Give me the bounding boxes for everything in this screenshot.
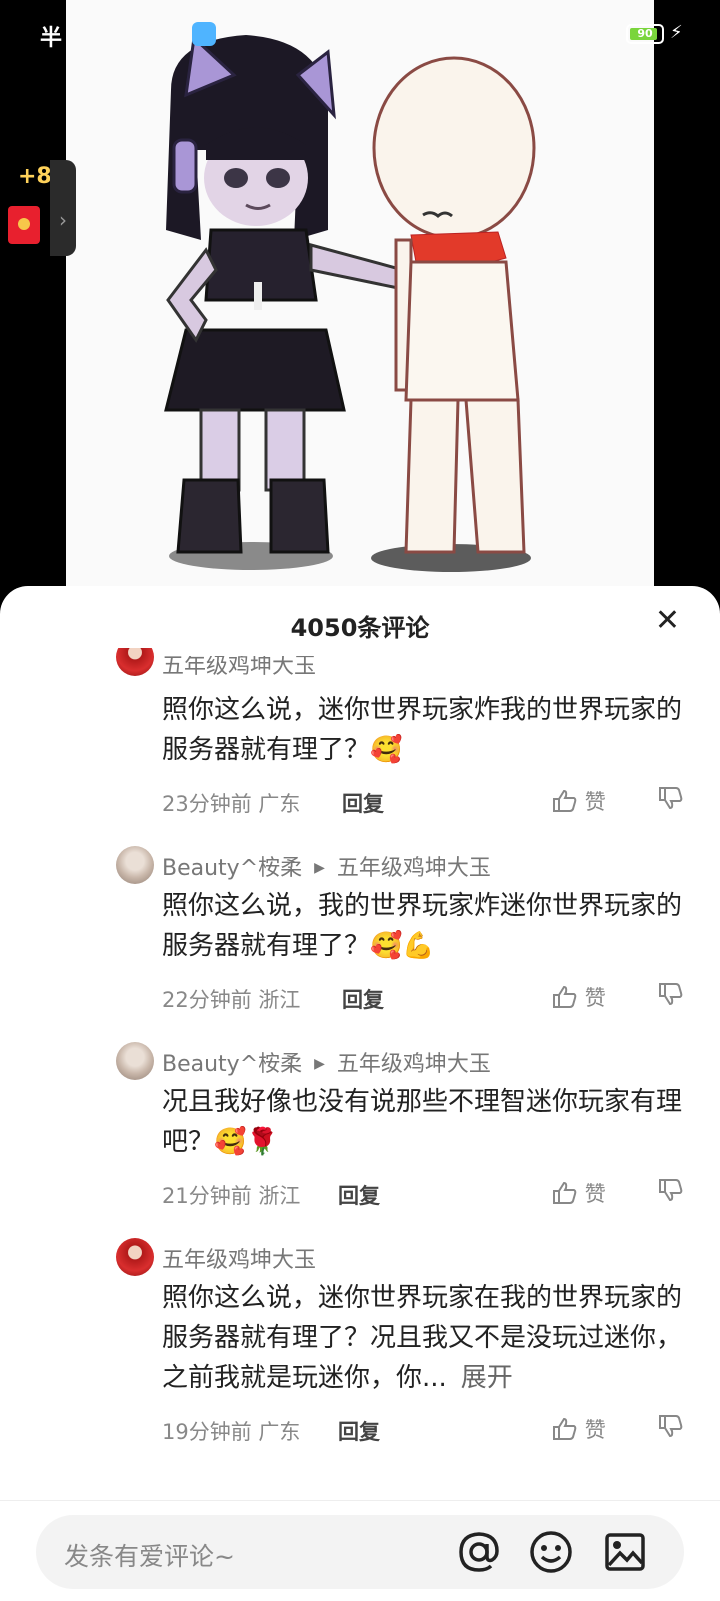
- battery-icon: 90: [626, 24, 664, 44]
- status-carrier: 半: [40, 26, 63, 51]
- like-button[interactable]: 赞: [552, 786, 606, 816]
- comment-meta: 23分钟前 广东: [162, 788, 300, 818]
- comment-time: 21分钟前: [162, 1184, 252, 1208]
- like-button[interactable]: 赞: [552, 982, 606, 1012]
- red-packet-widget[interactable]: +89 ›: [0, 160, 76, 256]
- at-icon[interactable]: [456, 1529, 502, 1575]
- video-frame: [66, 0, 654, 600]
- avatar[interactable]: [116, 1042, 154, 1080]
- reply-arrow-icon: ▶: [314, 860, 325, 876]
- dislike-button[interactable]: [658, 1414, 684, 1438]
- like-label: 赞: [584, 986, 606, 1010]
- comment-text: 照你这么说，迷你世界玩家在我的世界玩家的服务器就有理了？况且我又不是没玩过迷你，…: [162, 1278, 682, 1398]
- video-player[interactable]: 半 90 ⚡ +89 ›: [0, 0, 720, 600]
- comment-time: 23分钟前: [162, 792, 252, 816]
- comment-input-bar: 发条有爱评论~: [0, 1500, 720, 1601]
- reply-to-name[interactable]: 五年级鸡坤大玉: [337, 856, 491, 881]
- comment-meta: 21分钟前 浙江: [162, 1180, 300, 1210]
- comment-time: 22分钟前: [162, 988, 252, 1012]
- status-bar: 半 90 ⚡: [0, 0, 720, 70]
- comment-input-placeholder[interactable]: 发条有爱评论~: [64, 1537, 235, 1573]
- comment-location: 浙江: [258, 988, 301, 1012]
- thumbs-down-icon: [659, 787, 683, 810]
- reply-to-name[interactable]: 五年级鸡坤大玉: [337, 1052, 491, 1077]
- author-name[interactable]: Beauty^桉柔: [162, 1052, 302, 1077]
- dislike-button[interactable]: [658, 786, 684, 810]
- expand-button[interactable]: 展开: [461, 1363, 513, 1393]
- comment-input[interactable]: 发条有爱评论~: [36, 1515, 684, 1589]
- comment-item: 五年级鸡坤大玉 照你这么说，迷你世界玩家炸我的世界玩家的服务器就有理了？🥰 23…: [0, 648, 720, 828]
- emoji-icon[interactable]: [528, 1529, 574, 1575]
- comment-author[interactable]: 五年级鸡坤大玉: [162, 1242, 316, 1274]
- comment-author[interactable]: Beauty^桉柔 ▶ 五年级鸡坤大玉: [162, 850, 491, 882]
- author-name[interactable]: 五年级鸡坤大玉: [162, 656, 316, 678]
- reply-button[interactable]: 回复: [342, 788, 384, 818]
- comment-item: Beauty^桉柔 ▶ 五年级鸡坤大玉 照你这么说，我的世界玩家炸迷你世界玩家的服务…: [0, 844, 720, 1024]
- comments-sheet: 4050条评论 ✕ 五年级鸡坤大玉 照你这么说，迷你世界玩家炸我的世界玩家的服务…: [0, 586, 720, 1600]
- comments-title: 4050条评论: [290, 614, 430, 642]
- avatar[interactable]: [116, 846, 154, 884]
- comment-text: 照你这么说，迷你世界玩家炸我的世界玩家的服务器就有理了？🥰: [162, 695, 683, 765]
- author-name[interactable]: Beauty^桉柔: [162, 856, 302, 881]
- comment-meta: 19分钟前 广东: [162, 1416, 300, 1446]
- like-label: 赞: [584, 1418, 606, 1442]
- like-button[interactable]: 赞: [552, 1414, 606, 1444]
- comment-text: 照你这么说，我的世界玩家炸迷你世界玩家的服务器就有理了？🥰💪: [162, 891, 683, 961]
- red-envelope-icon[interactable]: [8, 206, 40, 244]
- reply-button[interactable]: 回复: [342, 984, 384, 1014]
- author-name[interactable]: 五年级鸡坤大玉: [162, 1248, 316, 1273]
- reply-button[interactable]: 回复: [338, 1180, 380, 1210]
- thumbs-down-icon: [659, 1179, 683, 1202]
- comment-meta: 22分钟前 浙江: [162, 984, 300, 1014]
- app-notification-icon: [192, 22, 216, 46]
- like-label: 赞: [584, 790, 606, 814]
- thumbs-down-icon: [659, 1415, 683, 1438]
- battery-percent: 90: [637, 27, 653, 40]
- comment-item: Beauty^桉柔 ▶ 五年级鸡坤大玉 况且我好像也没有说那些不理智迷你玩家有理吧？…: [0, 1040, 720, 1220]
- dislike-button[interactable]: [658, 982, 684, 1006]
- like-button[interactable]: 赞: [552, 1178, 606, 1208]
- comment-text-content: 照你这么说，迷你世界玩家在我的世界玩家的服务器就有理了？况且我又不是没玩过迷你，…: [162, 1283, 683, 1393]
- reply-button[interactable]: 回复: [338, 1416, 380, 1446]
- thumbs-up-icon: [553, 1181, 577, 1204]
- thumbs-down-icon: [659, 983, 683, 1006]
- comment-location: 广东: [258, 792, 301, 816]
- comment-time: 19分钟前: [162, 1420, 252, 1444]
- reply-arrow-icon: ▶: [314, 1056, 325, 1072]
- comment-location: 浙江: [258, 1184, 301, 1208]
- avatar[interactable]: [116, 648, 154, 676]
- dislike-button[interactable]: [658, 1178, 684, 1202]
- avatar[interactable]: [116, 1238, 154, 1276]
- comment-author[interactable]: 五年级鸡坤大玉: [162, 656, 316, 678]
- like-label: 赞: [584, 1182, 606, 1206]
- close-icon[interactable]: ✕: [655, 606, 680, 636]
- chevron-right-icon[interactable]: ›: [50, 160, 76, 256]
- video-illustration: [164, 34, 536, 572]
- comment-item: 五年级鸡坤大玉 照你这么说，迷你世界玩家在我的世界玩家的服务器就有理了？况且我又…: [0, 1236, 720, 1456]
- thumbs-up-icon: [553, 985, 577, 1008]
- comment-text: 况且我好像也没有说那些不理智迷你玩家有理吧？🥰🌹: [162, 1087, 683, 1157]
- comment-author[interactable]: Beauty^桉柔 ▶ 五年级鸡坤大玉: [162, 1046, 491, 1078]
- thumbs-up-icon: [553, 789, 577, 812]
- thumbs-up-icon: [553, 1417, 577, 1440]
- comment-location: 广东: [258, 1420, 301, 1444]
- image-icon[interactable]: [602, 1529, 648, 1575]
- charging-icon: ⚡: [670, 22, 683, 43]
